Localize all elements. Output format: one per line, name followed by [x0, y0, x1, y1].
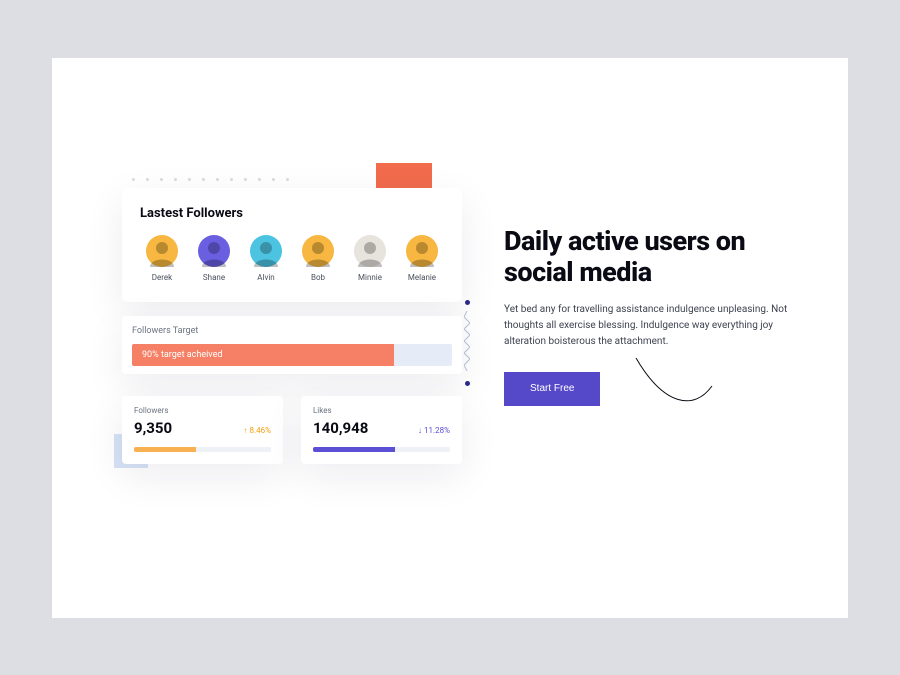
dashboard-illustration: Lastest Followers Derek Shane Alvin Bob Minn…: [122, 188, 462, 464]
followers-stat-label: Followers: [134, 406, 271, 415]
followers-target-label: Followers Target: [132, 326, 452, 336]
avatar-name: Minnie: [358, 273, 382, 282]
followers-mini-bar-fill: [134, 447, 196, 452]
avatar: [250, 235, 282, 267]
hero-title: Daily active users on social media: [504, 226, 814, 288]
latest-followers-title: Lastest Followers: [140, 206, 444, 221]
avatar: [406, 235, 438, 267]
arrow-up-icon: ↑: [244, 426, 248, 435]
page: Lastest Followers Derek Shane Alvin Bob Minn…: [52, 58, 848, 618]
likes-mini-bar: [313, 447, 450, 452]
likes-mini-bar-fill: [313, 447, 395, 452]
followers-delta-value: 8.46%: [250, 426, 271, 435]
followers-target-text: 90% target acheived: [142, 350, 222, 360]
avatar-name: Derek: [152, 273, 172, 282]
hero-section: Daily active users on social media Yet b…: [504, 226, 814, 406]
vertical-dots-decoration: [464, 300, 470, 386]
followers-target-bar: 90% target acheived: [132, 344, 452, 366]
followers-value: 9,350: [134, 419, 172, 437]
arrow-swoosh-icon: [634, 356, 714, 416]
avatar-name: Melanie: [408, 273, 436, 282]
avatar: [198, 235, 230, 267]
zigzag-icon: [464, 311, 470, 371]
avatar-item: Bob: [296, 235, 340, 282]
avatar-item: Derek: [140, 235, 184, 282]
likes-delta-value: 11.28%: [424, 426, 450, 435]
avatar-item: Minnie: [348, 235, 392, 282]
hero-body: Yet bed any for travelling assistance in…: [504, 302, 794, 350]
followers-mini-bar: [134, 447, 271, 452]
followers-value-row: 9,350 ↑8.46%: [134, 419, 271, 437]
likes-stat-card: Likes 140,948 ↓11.28%: [301, 396, 462, 464]
dot-icon: [465, 300, 470, 305]
start-free-button[interactable]: Start Free: [504, 372, 600, 406]
followers-target-fill: 90% target acheived: [132, 344, 394, 366]
avatar: [146, 235, 178, 267]
avatar-item: Shane: [192, 235, 236, 282]
arrow-down-icon: ↓: [418, 426, 422, 435]
avatar-row: Derek Shane Alvin Bob Minnie Melanie: [140, 235, 444, 282]
avatar-item: Melanie: [400, 235, 444, 282]
dot-icon: [465, 381, 470, 386]
avatar-name: Bob: [311, 273, 325, 282]
avatar: [302, 235, 334, 267]
avatar-item: Alvin: [244, 235, 288, 282]
likes-value: 140,948: [313, 419, 368, 437]
avatar: [354, 235, 386, 267]
followers-delta: ↑8.46%: [244, 426, 271, 435]
avatar-name: Shane: [203, 273, 225, 282]
likes-value-row: 140,948 ↓11.28%: [313, 419, 450, 437]
likes-delta: ↓11.28%: [418, 426, 450, 435]
stat-row: Followers 9,350 ↑8.46% Likes 140,948 ↓11…: [122, 396, 462, 464]
likes-stat-label: Likes: [313, 406, 450, 415]
latest-followers-card: Lastest Followers Derek Shane Alvin Bob Minn…: [122, 188, 462, 302]
followers-target-card: Followers Target 90% target acheived: [122, 316, 462, 374]
followers-stat-card: Followers 9,350 ↑8.46%: [122, 396, 283, 464]
avatar-name: Alvin: [257, 273, 274, 282]
